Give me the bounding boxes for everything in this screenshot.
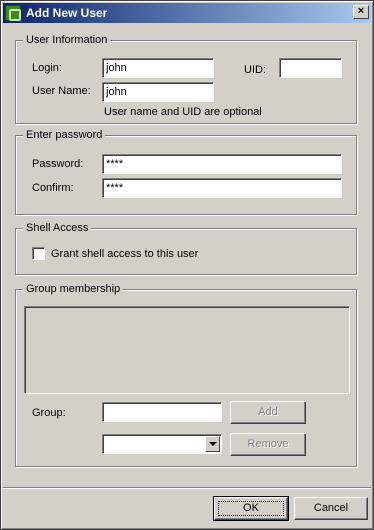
user-information-legend: User Information	[23, 33, 111, 47]
password-label: Password:	[32, 158, 84, 170]
group-membership-legend: Group membership	[23, 282, 124, 296]
add-user-dialog: Add New User × User Information Login: U…	[0, 0, 374, 530]
uid-label: UID:	[244, 64, 266, 76]
focus-rect	[218, 501, 284, 516]
close-icon: ×	[357, 5, 365, 17]
group-list[interactable]	[24, 306, 350, 394]
confirm-label: Confirm:	[32, 182, 74, 194]
shell-access-label[interactable]: Grant shell access to this user	[51, 247, 198, 261]
shell-access-checkbox[interactable]	[32, 247, 45, 260]
password-group: Enter password	[15, 128, 357, 215]
optional-hint: User name and UID are optional	[104, 106, 262, 118]
ok-button[interactable]: OK	[213, 496, 289, 521]
cancel-button[interactable]: Cancel	[294, 497, 368, 520]
remove-group-button[interactable]: Remove	[230, 433, 306, 456]
username-input[interactable]	[102, 82, 214, 102]
group-combo[interactable]	[102, 434, 222, 454]
uid-input[interactable]	[279, 58, 342, 78]
add-group-button[interactable]: Add	[230, 401, 306, 424]
password-legend: Enter password	[23, 128, 106, 142]
app-icon	[5, 5, 21, 21]
title-bar[interactable]: Add New User ×	[3, 3, 371, 23]
password-input[interactable]	[102, 154, 342, 174]
close-button[interactable]: ×	[353, 5, 369, 19]
group-input[interactable]	[102, 402, 222, 422]
chevron-down-icon[interactable]	[205, 436, 220, 452]
shell-access-legend: Shell Access	[23, 221, 92, 235]
window-title: Add New User	[26, 6, 108, 20]
login-label: Login:	[32, 62, 62, 74]
footer-divider	[3, 487, 371, 489]
username-label: User Name:	[32, 85, 91, 97]
login-input[interactable]	[102, 58, 214, 78]
group-label: Group:	[32, 407, 66, 419]
confirm-input[interactable]	[102, 178, 342, 198]
